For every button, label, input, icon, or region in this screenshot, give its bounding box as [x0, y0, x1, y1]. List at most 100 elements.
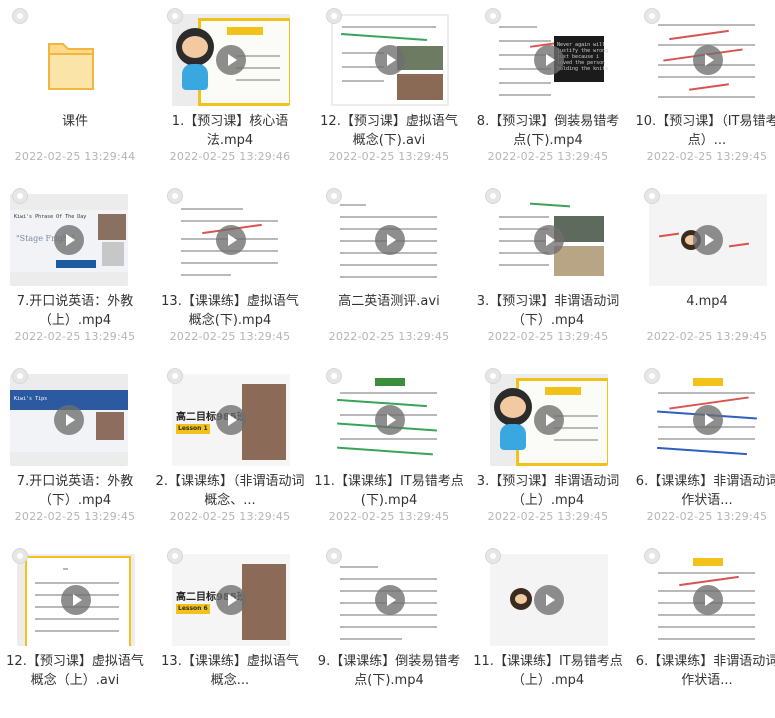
file-tile[interactable]: 高二目标985班 Lesson 6 13.【课课练】虚拟语气概念... — [155, 540, 310, 718]
play-icon[interactable] — [375, 405, 405, 435]
folder-icon — [10, 14, 128, 106]
play-icon[interactable] — [693, 405, 723, 435]
file-name: 10.【预习课】（IT易错考点）... — [635, 114, 775, 148]
file-tile[interactable]: 4.mp4 2022-02-25 13:29:45 — [632, 180, 775, 358]
select-checkbox[interactable] — [167, 8, 183, 24]
file-name: 4.mp4 — [686, 294, 728, 309]
video-thumbnail — [490, 374, 608, 466]
select-checkbox[interactable] — [485, 368, 501, 384]
select-checkbox[interactable] — [644, 8, 660, 24]
file-date: 2022-02-25 13:29:45 — [646, 330, 768, 343]
file-tile[interactable]: 3.【预习课】非谓语动词（上）.mp4 2022-02-25 13:29:45 — [473, 360, 628, 538]
file-date: 2022-02-25 13:29:45 — [14, 330, 136, 343]
video-thumbnail — [172, 194, 290, 286]
select-checkbox[interactable] — [644, 188, 660, 204]
file-name: 课件 — [61, 114, 88, 129]
video-thumbnail: 高二目标985班 Lesson 6 — [172, 554, 290, 646]
select-checkbox[interactable] — [326, 368, 342, 384]
file-date: 2022-02-25 13:29:45 — [487, 510, 609, 523]
file-date: 2022-02-25 13:29:45 — [328, 330, 450, 343]
file-name: 11.【课课练】IT易错考点（上）.mp4 — [473, 654, 623, 688]
video-thumbnail — [172, 14, 290, 106]
file-tile[interactable]: 9.【课课练】倒装易错考点(下).mp4 — [314, 540, 469, 718]
select-checkbox[interactable] — [326, 188, 342, 204]
select-checkbox[interactable] — [485, 188, 501, 204]
file-name: 7.开口说英语：外教（上）.mp4 — [16, 294, 134, 328]
file-name: 13.【课课练】虚拟语气概念... — [161, 654, 299, 688]
file-tile[interactable]: 高二目标985班 Lesson 1 2.【课课练】（非谓语动词概念、... 20… — [155, 360, 310, 538]
select-checkbox[interactable] — [167, 548, 183, 564]
file-name: 6.【课课练】非谓语动词作状语... — [635, 474, 775, 508]
video-thumbnail: Kiwi's Tips — [10, 374, 128, 466]
play-icon[interactable] — [375, 225, 405, 255]
file-tile[interactable]: 13.【课课练】虚拟语气概念(下).mp4 2022-02-25 13:29:4… — [155, 180, 310, 358]
play-icon[interactable] — [54, 225, 84, 255]
video-thumbnail — [331, 374, 449, 466]
file-name: 3.【预习课】非谓语动词（下）.mp4 — [476, 294, 620, 328]
select-checkbox[interactable] — [12, 8, 28, 24]
file-name: 12.【预习课】虚拟语气概念(下).avi — [320, 114, 458, 148]
file-date: 2022-02-25 13:29:45 — [646, 150, 768, 163]
select-checkbox[interactable] — [167, 368, 183, 384]
file-tile[interactable]: 高二英语测评.avi 2022-02-25 13:29:45 — [314, 180, 469, 358]
play-icon[interactable] — [54, 405, 84, 435]
file-tile[interactable]: 6.【课课练】非谓语动词作状语... 2022-02-25 13:29:45 — [632, 360, 775, 538]
play-icon[interactable] — [375, 45, 405, 75]
select-checkbox[interactable] — [326, 8, 342, 24]
play-icon[interactable] — [375, 585, 405, 615]
play-icon[interactable] — [693, 225, 723, 255]
file-tile[interactable]: 11.【课课练】IT易错考点(下).mp4 2022-02-25 13:29:4… — [314, 360, 469, 538]
play-icon[interactable] — [534, 405, 564, 435]
file-tile[interactable]: 1.【预习课】核心语法.mp4 2022-02-25 13:29:46 — [155, 0, 310, 178]
play-icon[interactable] — [534, 45, 564, 75]
lesson-label: Lesson 6 — [178, 605, 208, 612]
file-tile[interactable]: 3.【预习课】非谓语动词（下）.mp4 2022-02-25 13:29:45 — [473, 180, 628, 358]
file-tile[interactable]: 10.【预习课】（IT易错考点）... 2022-02-25 13:29:45 — [632, 0, 775, 178]
file-date: 2022-02-25 13:29:45 — [646, 510, 768, 523]
file-date: 2022-02-25 13:29:45 — [487, 330, 609, 343]
play-icon[interactable] — [693, 585, 723, 615]
play-icon[interactable] — [534, 585, 564, 615]
select-checkbox[interactable] — [485, 8, 501, 24]
play-icon[interactable] — [216, 45, 246, 75]
file-date: 2022-02-25 13:29:44 — [14, 150, 136, 163]
video-thumbnail — [17, 554, 135, 646]
file-tile[interactable]: Never again will justify the wrong just … — [473, 0, 628, 178]
file-tile[interactable]: 6.【课课练】非谓语动词作状语... — [632, 540, 775, 718]
video-thumbnail — [331, 194, 449, 286]
select-checkbox[interactable] — [12, 188, 28, 204]
file-tile[interactable]: 课件 2022-02-25 13:29:44 — [0, 0, 155, 178]
file-date: 2022-02-25 13:29:45 — [14, 510, 136, 523]
play-icon[interactable] — [534, 225, 564, 255]
file-name: 6.【课课练】非谓语动词作状语... — [635, 654, 775, 688]
video-thumbnail — [649, 554, 767, 646]
file-tile[interactable]: 12.【预习课】虚拟语气概念(下).avi 2022-02-25 13:29:4… — [314, 0, 469, 178]
file-date: 2022-02-25 13:29:46 — [169, 150, 291, 163]
file-tile[interactable]: 11.【课课练】IT易错考点（上）.mp4 — [473, 540, 628, 718]
select-checkbox[interactable] — [485, 548, 501, 564]
play-icon[interactable] — [693, 45, 723, 75]
video-thumbnail — [331, 554, 449, 646]
video-thumbnail: 高二目标985班 Lesson 1 — [172, 374, 290, 466]
file-name: 高二英语测评.avi — [338, 294, 440, 309]
file-name: 3.【预习课】非谓语动词（上）.mp4 — [476, 474, 620, 508]
select-checkbox[interactable] — [12, 368, 28, 384]
file-tile[interactable]: Kiwi's Tips 7.开口说英语：外教（下）.mp4 2022-02-25… — [0, 360, 155, 538]
video-thumbnail — [490, 194, 608, 286]
file-tile[interactable]: 12.【预习课】虚拟语气概念（上）.avi — [0, 540, 155, 718]
play-icon[interactable] — [61, 585, 91, 615]
select-checkbox[interactable] — [167, 188, 183, 204]
select-checkbox[interactable] — [644, 368, 660, 384]
file-date: 2022-02-25 13:29:45 — [169, 330, 291, 343]
slide-title: Kiwi's Phrase Of The Day — [14, 214, 87, 220]
play-icon[interactable] — [216, 405, 246, 435]
file-name: 9.【课课练】倒装易错考点(下).mp4 — [317, 654, 461, 688]
play-icon[interactable] — [216, 225, 246, 255]
select-checkbox[interactable] — [326, 548, 342, 564]
select-checkbox[interactable] — [12, 548, 28, 564]
select-checkbox[interactable] — [644, 548, 660, 564]
play-icon[interactable] — [216, 585, 246, 615]
file-date: 2022-02-25 13:29:45 — [328, 150, 450, 163]
lesson-label: Lesson 1 — [178, 425, 208, 432]
file-tile[interactable]: Kiwi's Phrase Of The Day "Stage Fright" … — [0, 180, 155, 358]
